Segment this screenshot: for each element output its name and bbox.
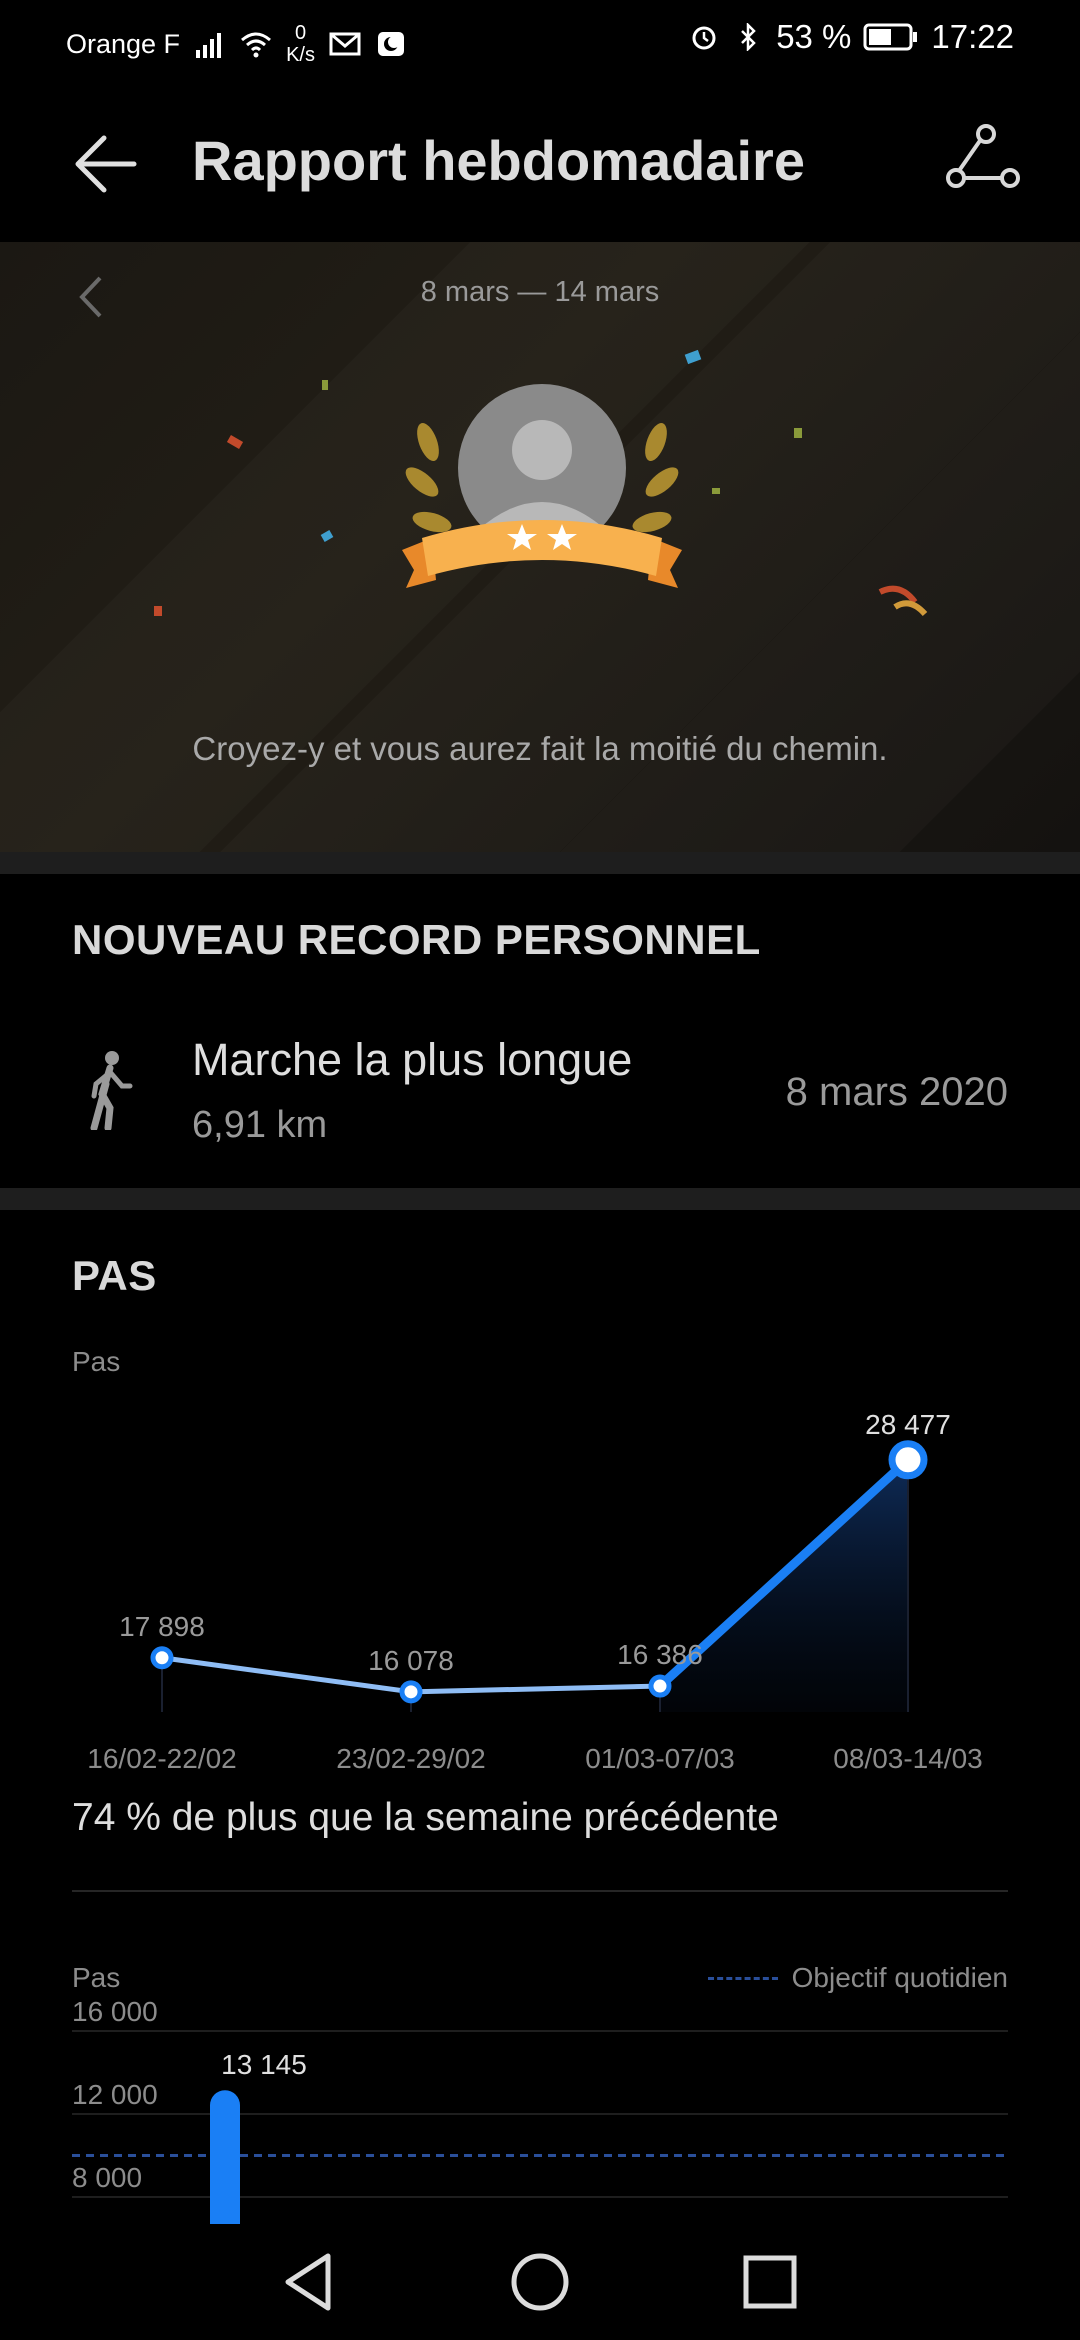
record-date: 8 mars 2020	[785, 1070, 1008, 1114]
daily-bar[interactable]	[210, 2090, 240, 2224]
section-divider	[0, 1188, 1080, 1210]
data-value-label: 16 078	[368, 1645, 454, 1676]
nav-recents-icon[interactable]	[736, 2248, 804, 2316]
daily-y-axis-label: Pas	[72, 1962, 121, 1993]
page-title: Rapport hebdomadaire	[192, 129, 805, 192]
line-segment	[408, 1683, 663, 1695]
y-tick-label: 12 000	[72, 2079, 158, 2110]
wifi-icon	[241, 32, 272, 58]
signal-icon	[196, 33, 222, 58]
data-value-label: 17 898	[119, 1611, 205, 1642]
section-divider	[0, 852, 1080, 874]
record-name: Marche la plus longue	[192, 1034, 633, 1085]
data-value-label: 28 477	[865, 1409, 951, 1440]
battery-percent: 53 %	[776, 18, 852, 55]
data-point[interactable]	[150, 1646, 174, 1670]
steps-y-axis-label: Pas	[72, 1346, 121, 1377]
back-arrow-icon[interactable]	[62, 122, 146, 206]
record-section-title: NOUVEAU RECORD PERSONNEL	[72, 916, 761, 963]
carrier-name: Orange F	[66, 28, 181, 59]
motivational-quote: Croyez-y et vous aurez fait la moitié du…	[192, 730, 888, 767]
y-tick-label: 8 000	[72, 2162, 142, 2193]
app-bar: Rapport hebdomadaire	[0, 78, 1080, 242]
clock: 17:22	[931, 18, 1014, 55]
alarm-icon	[692, 26, 716, 50]
bluetooth-icon	[741, 23, 756, 51]
daily-steps-bar-chart: 8 000 12 000 16 000 13 145	[72, 2000, 1008, 2224]
gmail-icon	[329, 32, 361, 56]
goal-legend-swatch	[707, 1976, 778, 1980]
share-icon[interactable]	[944, 122, 1024, 202]
data-value-label: 16 386	[617, 1639, 703, 1670]
net-speed-value: 0	[294, 22, 307, 44]
record-value: 6,91 km	[192, 1104, 328, 1146]
y-tick-label: 16 000	[72, 2000, 158, 2027]
x-tick-label: 16/02-22/02	[87, 1743, 236, 1774]
x-tick-label: 01/03-07/03	[585, 1743, 734, 1774]
net-speed-unit: K/s	[286, 44, 315, 66]
data-point[interactable]	[648, 1674, 672, 1698]
achievement-badge	[402, 384, 682, 588]
nav-home-icon[interactable]	[506, 2248, 574, 2316]
battery-icon	[863, 23, 918, 51]
net-speed: 0 K/s	[286, 22, 315, 66]
weekly-steps-line-chart: 17 898 16/02-22/02 16 078 23/02-29/02 16 386…	[87, 1409, 982, 1774]
week-comparison-text: 74 % de plus que la semaine précédente	[72, 1796, 779, 1839]
data-point[interactable]	[888, 1440, 928, 1480]
data-point[interactable]	[399, 1680, 423, 1704]
steps-section-title: PAS	[72, 1252, 157, 1299]
bar-value-label: 13 145	[221, 2049, 307, 2080]
goal-legend-label: Objectif quotidien	[791, 1962, 1008, 1993]
app-notification-icon	[377, 32, 404, 56]
status-bar: Orange F 0 K/s 53 % 17:22	[0, 0, 1080, 78]
x-tick-label: 23/02-29/02	[336, 1743, 485, 1774]
goal-legend: Objectif quotidien	[707, 1962, 1008, 1994]
system-nav-bar	[0, 2224, 1080, 2340]
walking-person-icon	[90, 1051, 133, 1130]
section-separator	[72, 1890, 1008, 1892]
nav-back-icon[interactable]	[276, 2248, 344, 2316]
weekly-hero-banner: 8 mars — 14 mars Croyez-y et vous aurez …	[0, 242, 1080, 852]
x-tick-label: 08/03-14/03	[833, 1743, 982, 1774]
